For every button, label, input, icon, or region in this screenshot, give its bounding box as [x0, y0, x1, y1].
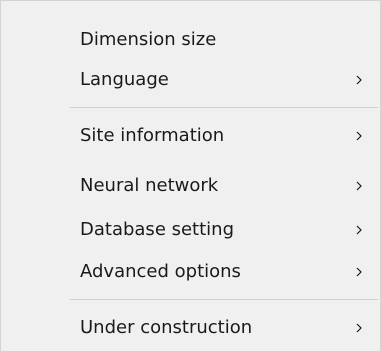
menu-item-label: Site information [80, 125, 225, 146]
menu-item-database-setting[interactable]: Database setting [2, 212, 379, 248]
menu-item-label: Neural network [80, 175, 219, 196]
menu-item-label: Under construction [80, 317, 253, 338]
menu-item-under-construction[interactable]: Under construction [2, 310, 379, 346]
menu-item-label: Advanced options [80, 261, 241, 282]
menu-item-label: Database setting [80, 219, 235, 240]
chevron-right-icon [354, 131, 364, 141]
chevron-right-icon [354, 225, 364, 235]
chevron-right-icon [354, 181, 364, 191]
menu-item-label: Language [80, 69, 169, 90]
menu-item-label: Dimension size [80, 29, 217, 50]
context-menu: Dimension size Language Site information… [0, 0, 381, 352]
menu-item-advanced-options[interactable]: Advanced options [2, 254, 379, 290]
menu-item-neural-network[interactable]: Neural network [2, 168, 379, 204]
chevron-right-icon [354, 267, 364, 277]
menu-item-dimension-size[interactable]: Dimension size [2, 22, 379, 58]
chevron-right-icon [354, 75, 364, 85]
menu-separator [70, 107, 378, 108]
chevron-right-icon [354, 323, 364, 333]
menu-item-language[interactable]: Language [2, 62, 379, 98]
menu-separator [70, 299, 378, 300]
menu-item-site-information[interactable]: Site information [2, 118, 379, 154]
